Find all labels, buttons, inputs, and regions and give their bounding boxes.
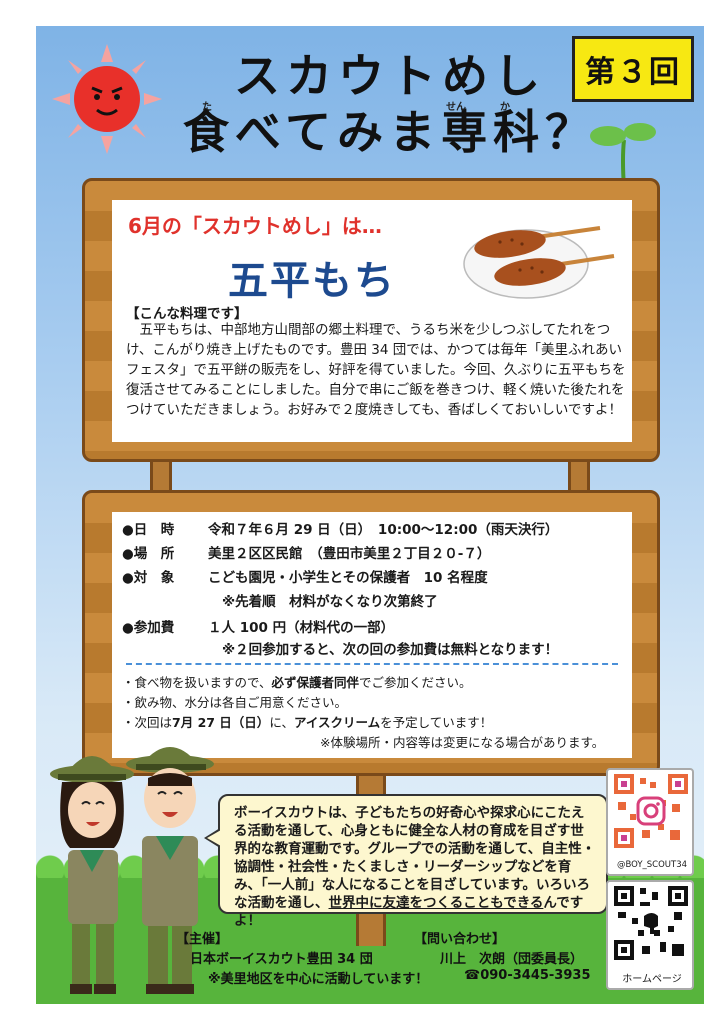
title-line2: 食べてみま専科？ — [182, 105, 598, 159]
target-value: こども園児・小学生とその保護者 10 名程度 — [208, 570, 488, 586]
organizer-heading: 【主催】 — [176, 932, 229, 947]
detail-place: ●場 所 美里２区区民館 （豊田市美里２丁目２０-７） — [122, 544, 622, 564]
fee-value: １人 100 円（材料代の一部） — [208, 620, 395, 636]
note-drinks: ・飲み物、水分は各自ご用意ください。 — [122, 695, 348, 710]
date-label: ●日 時 — [122, 522, 175, 538]
instagram-qr[interactable]: @BOY_SCOUT34 — [606, 768, 694, 876]
ruby-sen: せん — [446, 102, 466, 113]
contact-name: 川上 次朗（団委員長） — [440, 952, 584, 967]
organizer-note: ※美里地区を中心に活動しています！ — [208, 972, 429, 987]
dish-name: 五平もち — [228, 258, 396, 304]
place-value: 美里２区区民館 （豊田市美里２丁目２０-７） — [208, 546, 491, 562]
note-next: ・次回は7月 27 日（日）に、アイスクリームを予定しています！ — [122, 715, 493, 730]
contact-heading: 【問い合わせ】 — [414, 932, 506, 947]
detail-target: ●対 象 こども園児・小学生とその保護者 10 名程度 — [122, 568, 622, 588]
scouting-description: ボーイスカウトは、子どもたちの好奇心や探求心にこたえる活動を通して、心身ともに健… — [218, 794, 608, 929]
contact-phone[interactable]: ☎090-3445-3935 — [464, 968, 590, 983]
fee-note: ※２回参加すると、次の回の参加費は無料となります！ — [222, 642, 559, 658]
sun-illustration — [52, 44, 162, 154]
instagram-qr-code — [614, 774, 688, 848]
date-value: 令和７年６月 29 日（日） 10:00～12:00（雨天決行） — [208, 522, 559, 538]
target-label: ●対 象 — [122, 570, 175, 586]
title-line1: スカウトめし — [234, 49, 546, 103]
homepage-qr-code — [614, 886, 688, 960]
detail-date: ●日 時 令和７年６月 29 日（日） 10:00～12:00（雨天決行） — [122, 520, 622, 540]
flyer-title: スカウトめし 食べてみま専科？ — [180, 48, 600, 160]
organizer-name: 日本ボーイスカウト豊田 34 団 — [190, 952, 373, 967]
fee-label: ●参加費 — [122, 620, 175, 636]
instagram-label: @BOY_SCOUT34 — [616, 860, 688, 870]
place-label: ●場 所 — [122, 546, 175, 562]
homepage-qr[interactable]: ホームページ — [606, 880, 694, 990]
homepage-label: ホームページ — [622, 974, 682, 985]
flyer-page: スカウトめし 食べてみま専科？ た せん か 第３回 6月の「スカウトめし」は…… — [0, 0, 724, 1024]
detail-fee: ●参加費 １人 100 円（材料代の一部） — [122, 618, 622, 638]
note-change: ※体験場所・内容等は変更になる場合があります。 — [320, 735, 605, 750]
about-text: 五平もちは、中部地方山間部の郷土料理で、うるち米を少しつぶしてたれをつけ、こんが… — [126, 322, 626, 418]
bubble-tail-fill — [207, 830, 221, 846]
gohei-mochi-illustration — [463, 226, 615, 299]
target-note: ※先着順 材料がなくなり次第終了 — [222, 594, 438, 610]
dashed-divider — [126, 663, 618, 665]
menu-intro: 6月の「スカウトめし」は… — [128, 214, 382, 238]
ruby-ta: た — [202, 102, 212, 113]
note-guardian: ・食べ物を扱いますので、必ず保護者同伴でご参加ください。 — [122, 675, 472, 690]
ruby-ka: か — [500, 102, 510, 113]
about-heading: 【こんな料理です】 — [126, 306, 248, 322]
issue-badge: 第３回 — [572, 36, 694, 102]
